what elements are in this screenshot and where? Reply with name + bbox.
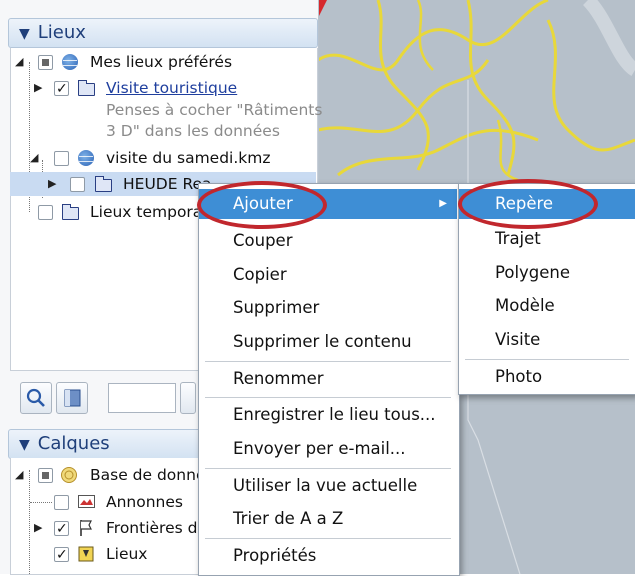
menu-item-couper[interactable]: Couper [199,226,457,256]
menu-item-supprimer-contenu[interactable]: Supprimer le contenu [199,327,457,357]
folder-icon [94,176,112,192]
search-icon [26,388,45,407]
photo-icon [78,495,95,508]
collapse-triangle-icon[interactable]: ▼ [19,431,30,459]
menu-item-utiliser-vue[interactable]: Utiliser la vue actuelle [199,471,457,501]
tree-item-visite-touristique[interactable]: ▶ Visite touristique [10,77,316,100]
menu-separator [205,397,451,398]
checkbox-lieux[interactable] [54,544,69,566]
menu-separator [205,538,451,539]
globe-icon [78,150,94,166]
folder-icon [61,204,79,220]
submenu-item-modele[interactable]: Modèle [459,291,635,321]
scroll-left-button[interactable] [180,382,196,414]
context-menu: Ajouter ▶ Couper Copier Supprimer Suppri… [198,183,460,576]
menu-separator [465,359,629,360]
menu-item-label: Supprimer le contenu [233,332,412,351]
folder-icon [77,80,95,96]
search-button[interactable] [20,382,52,414]
panel-toggle-button[interactable] [56,382,88,414]
expand-down-icon[interactable]: ◢ [30,152,42,164]
submenu-item-polygene[interactable]: Polygene [459,258,635,288]
expand-right-icon[interactable]: ▶ [34,522,46,534]
annotation-ring-repere [458,179,598,229]
checkbox-base-de-donnees[interactable] [38,468,53,483]
menu-item-label: Trier de A a Z [233,509,344,528]
places-panel-title: Lieux [37,22,86,43]
expand-right-icon[interactable]: ▶ [48,178,60,190]
menu-item-envoyer[interactable]: Envoyer per e-mail... [199,434,457,464]
layer-item-label: Lieux [106,545,148,563]
menu-separator [205,468,451,469]
menu-item-copier[interactable]: Copier [199,260,457,290]
expand-down-icon[interactable]: ◢ [15,469,27,481]
tree-item-label: Mes lieux préférés [90,53,233,71]
panel-icon [64,389,81,407]
collapse-triangle-icon[interactable]: ▼ [19,20,30,48]
menu-item-enregistrer[interactable]: Enregistrer le lieu tous... [199,400,457,430]
submenu-item-label: Photo [495,367,543,386]
database-icon [61,467,77,483]
menu-item-label: Propriétés [233,546,317,565]
tree-connector [30,502,52,504]
layer-item-label: Annonnes [106,493,183,511]
submenu-item-photo[interactable]: Photo [459,362,635,392]
submenu-item-label: Polygene [495,263,571,282]
menu-item-trier[interactable]: Trier de A a Z [199,504,457,534]
menu-item-label: Couper [233,231,293,250]
submenu-arrow-icon: ▶ [439,198,447,209]
submenu-item-label: Modèle [495,296,555,315]
tree-item-mes-lieux-preferes[interactable]: ◢ Mes lieux préférés [10,51,316,73]
tree-item-visite-samedi[interactable]: ◢ visite du samedi.kmz [10,147,316,169]
menu-item-supprimer[interactable]: Supprimer [199,293,457,323]
toolbar-text-field[interactable] [108,383,176,413]
places-panel-header[interactable]: ▼ Lieux [8,18,318,48]
layers-panel-title: Calques [37,433,110,454]
submenu-item-trajet[interactable]: Trajet [459,224,635,254]
checkbox-mes-lieux[interactable] [38,55,53,70]
checkbox-lieux-temporaires[interactable] [38,205,53,220]
menu-item-label: Supprimer [233,298,320,317]
expand-down-icon[interactable]: ◢ [15,56,27,68]
checkbox-heude[interactable] [70,177,85,192]
checkbox-annonnes[interactable] [54,495,69,510]
item-description-line-1: Penses à cocher "Râtiments [106,101,323,119]
checkbox-visite-touristique[interactable] [54,78,69,100]
flag-icon [80,520,92,536]
menu-item-label: Renommer [233,369,324,388]
checkbox-frontieres[interactable] [54,518,69,540]
item-description-line-2: 3 D" dans les données [106,122,280,140]
menu-item-renommer[interactable]: Renommer [199,364,457,394]
tree-item-link[interactable]: Visite touristique [106,77,237,99]
places-icon [78,546,94,562]
annotation-ring-ajouter [197,181,327,229]
submenu-item-label: Visite [495,330,541,349]
globe-icon [62,54,78,70]
menu-item-proprietes[interactable]: Propriétés [199,541,457,571]
menu-separator [205,361,451,362]
menu-item-label: Enregistrer le lieu tous... [233,405,436,424]
submenu-item-visite[interactable]: Visite [459,325,635,355]
tree-item-label: visite du samedi.kmz [106,149,271,167]
expand-right-icon[interactable]: ▶ [34,82,46,94]
menu-item-label: Copier [233,265,287,284]
checkbox-visite-samedi[interactable] [54,151,69,166]
menu-item-label: Envoyer per e-mail... [233,439,406,458]
menu-item-label: Utiliser la vue actuelle [233,476,418,495]
